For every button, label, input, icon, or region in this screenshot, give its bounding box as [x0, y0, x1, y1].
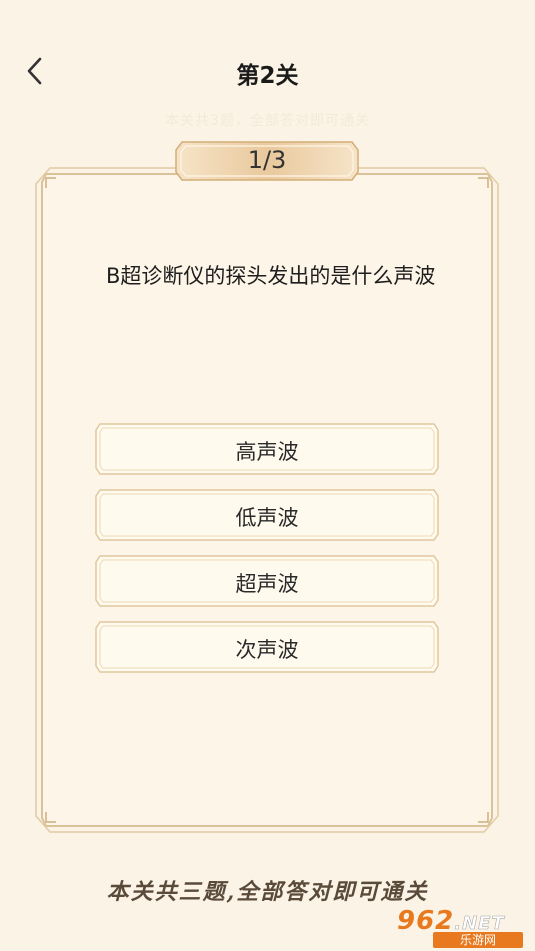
option-1[interactable]: 高声波 [94, 422, 440, 476]
option-4[interactable]: 次声波 [94, 620, 440, 674]
option-label: 超声波 [235, 572, 299, 596]
page-title: 第2关 [236, 63, 299, 89]
watermark-site-name: 乐游网 [433, 932, 523, 948]
progress-label: 1/3 [247, 146, 287, 174]
quiz-page: 第2关 本关共3题，全部答对即可通关 1/3 B超诊断仪的探头发出的是什么声波 … [0, 0, 535, 951]
option-label: 次声波 [235, 638, 299, 662]
option-label: 低声波 [235, 506, 299, 530]
watermark-logo: 962.NET 乐游网 [397, 900, 527, 948]
level-subtitle: 本关共3题，全部答对即可通关 [165, 113, 370, 129]
option-label: 高声波 [235, 440, 299, 464]
header: 第2关 [0, 40, 535, 104]
option-3[interactable]: 超声波 [94, 554, 440, 608]
option-2[interactable]: 低声波 [94, 488, 440, 542]
progress-badge: 1/3 [172, 138, 362, 184]
question-text: B超诊断仪的探头发出的是什么声波 [106, 264, 436, 288]
